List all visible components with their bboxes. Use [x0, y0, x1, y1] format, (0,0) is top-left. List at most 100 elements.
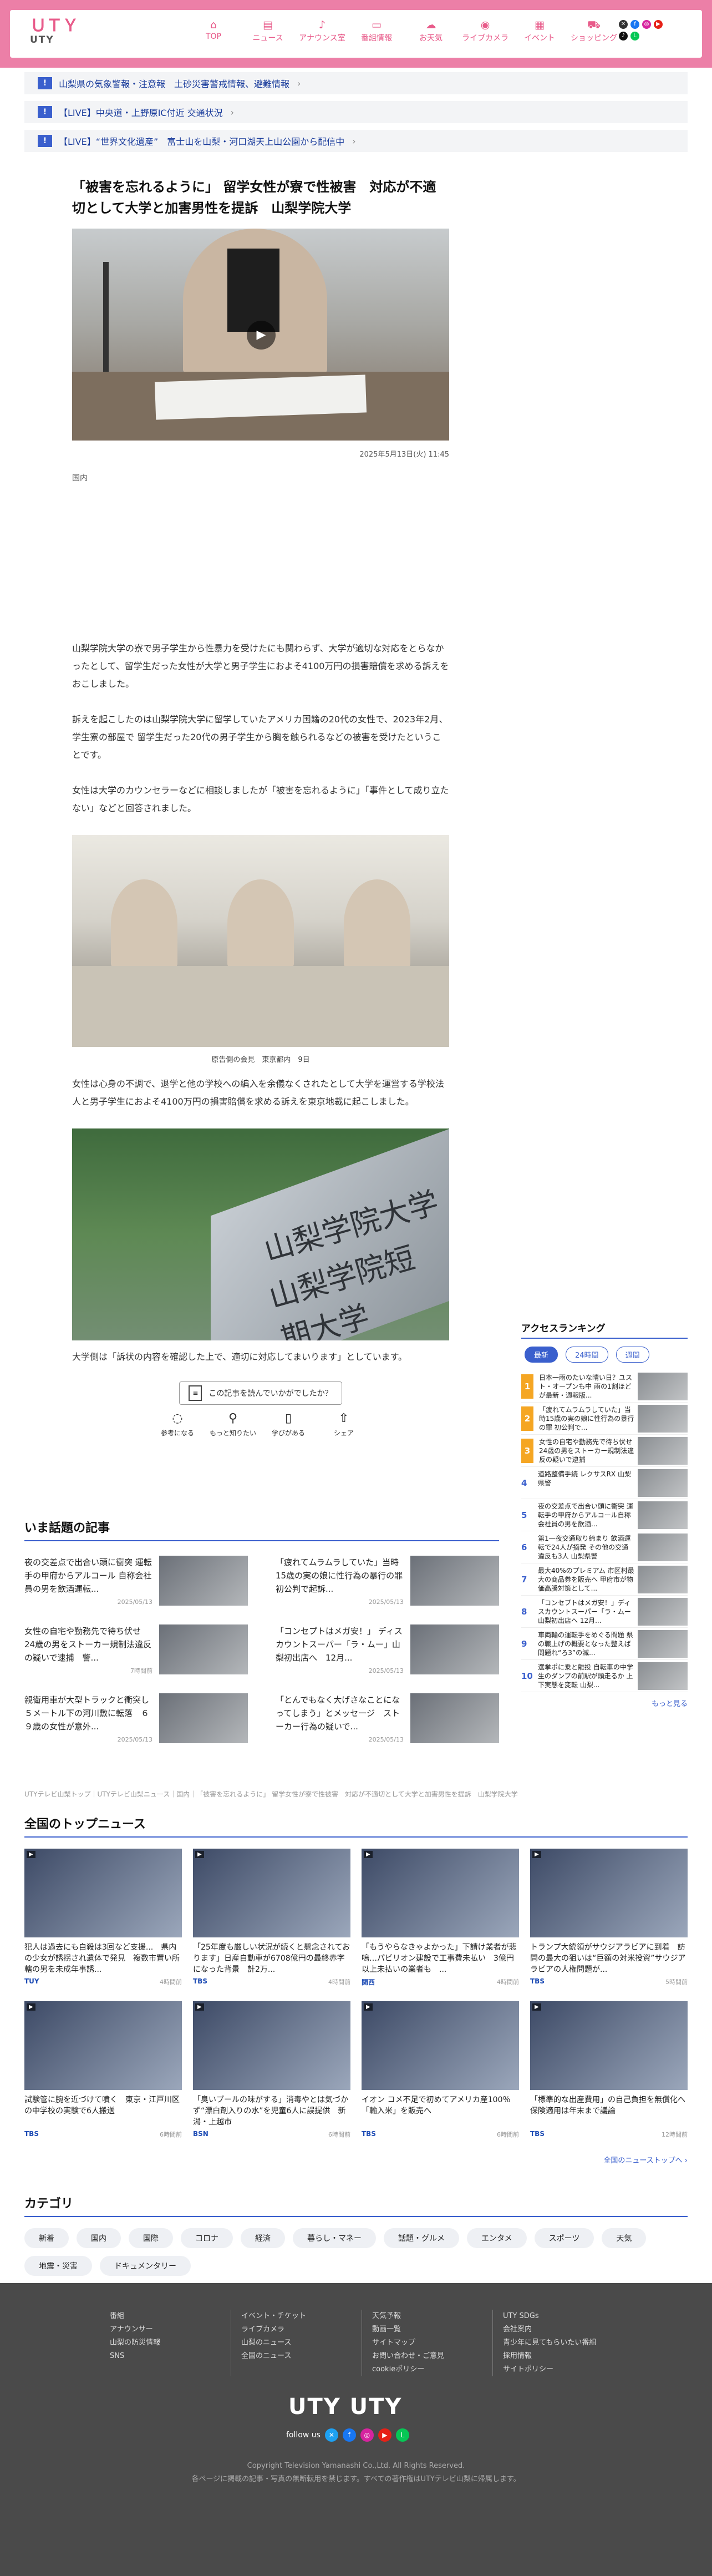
- footer-link[interactable]: UTY SDGs: [503, 2310, 623, 2323]
- national-news-item[interactable]: ▶ トランプ大統領がサウジアラビアに到着 訪問の最大の狙いは“巨額の対米投資”サウ…: [530, 1849, 688, 1987]
- nav-announce[interactable]: ♪ アナウンス室: [295, 18, 349, 43]
- national-news-item[interactable]: ▶ 「25年度も厳しい状況が続くと懸念されております」日産自動車が6708億円の最…: [193, 1849, 350, 1987]
- footer-link[interactable]: 採用情報: [503, 2350, 623, 2363]
- footer-link[interactable]: 天気予報: [372, 2310, 492, 2323]
- trending-item[interactable]: 女性の自宅や勤務先で待ち伏せ 24歳の男をストーカー規制法違反の疑いで逮捕 警.…: [24, 1618, 248, 1687]
- site-logo[interactable]: ＵＴＹ UTY: [30, 18, 79, 45]
- category-chip[interactable]: ドキュメンタリー: [100, 2256, 191, 2276]
- footer-link[interactable]: お問い合わせ・ご意見: [372, 2350, 492, 2363]
- footer-link[interactable]: 山梨のニュース: [241, 2336, 362, 2350]
- ranking-item[interactable]: 2 「疲れてムラムラしていた」当時15歳の実の娘に性行為の暴行の罪 初公判で...: [521, 1403, 688, 1435]
- national-news-item[interactable]: ▶ 犯人は過去にも自殺は3回など支援... 県内の少女が誘拐され遺体で発見 複数市…: [24, 1849, 182, 1987]
- footer-link[interactable]: 全国のニュース: [241, 2350, 362, 2363]
- nav-event[interactable]: ▦ イベント: [512, 18, 567, 43]
- ranking-item[interactable]: 1 日本一雨のたいな晴い日？ユスト・オープンも中 雨の1割ほどが最新・週報版...: [521, 1370, 688, 1403]
- nav-shopping[interactable]: ⛟ ショッピング: [567, 18, 621, 43]
- category-chip[interactable]: 話題・グルメ: [384, 2228, 459, 2248]
- footer-link[interactable]: 会社案内: [503, 2323, 623, 2336]
- national-news-more-link[interactable]: 全国のニューストップへ ›: [24, 2154, 688, 2165]
- ranking-more-link[interactable]: もっと見る: [521, 1698, 688, 1708]
- footer-links: 番組 アナウンサー 山梨の防災情報 SNS イベント・チケット ライブカメラ 山…: [100, 2310, 623, 2376]
- national-news-item[interactable]: ▶ 「臭いプールの味がする」消毒やとは気づかず“漂白剤入りの水”を児童6人に誤提供…: [193, 2001, 350, 2139]
- alert-item-warning[interactable]: ! 山梨県の気象警報・注意報 土砂災害警戒情報、避難情報 ›: [24, 72, 688, 94]
- category-chip[interactable]: コロナ: [181, 2228, 233, 2248]
- footer-link[interactable]: サイトポリシー: [503, 2363, 623, 2376]
- thumbnail: [638, 1436, 688, 1465]
- reaction-learn-button[interactable]: ▯ 学びがある: [261, 1411, 316, 1438]
- category-chip[interactable]: 天気: [602, 2228, 647, 2248]
- ranking-item[interactable]: 6 第1一夜交通取り締まり 飲酒運転で24人が摘発 その他の交通違反も3人 山梨県…: [521, 1531, 688, 1563]
- nav-top[interactable]: ⌂ TOP: [186, 18, 241, 43]
- footer-link[interactable]: cookieポリシー: [372, 2363, 492, 2376]
- nav-programs[interactable]: ▭ 番組情報: [349, 18, 404, 43]
- category-chip[interactable]: 地震・災害: [24, 2256, 92, 2276]
- ranking-item[interactable]: 5 夜の交差点で出合い頭に衝突 運転手の甲府からアルコール自称会社員の男を飲酒..…: [521, 1499, 688, 1531]
- alert-item-traffic[interactable]: ! 【LIVE】中央道・上野原IC付近 交通状況 ›: [24, 101, 688, 123]
- line-icon[interactable]: L: [630, 32, 639, 41]
- trending-item[interactable]: 夜の交差点で出合い頭に衝突 運転手の甲府からアルコール 自称会社員の男を飲酒運転…: [24, 1549, 248, 1618]
- trending-item[interactable]: 「とんでもなく大げさなことになってしまう」とメッセージ ストーカー行為の疑いで.…: [276, 1687, 499, 1755]
- person-figure: [111, 879, 177, 968]
- ranking-item[interactable]: 9 車両輸の運転手をめぐる問題 県の職上げの概要となった整えば問題れ“ろ3”の減.…: [521, 1628, 688, 1660]
- share-button[interactable]: ⇧ シェア: [316, 1411, 372, 1438]
- national-news-item[interactable]: ▶ 試験管に腕を近づけて噴く 東京・江戸川区の中学校の実験で6人搬送 TBS 6時間前: [24, 2001, 182, 2139]
- national-news-item[interactable]: ▶ 「標準的な出産費用」の自己負担を無償化へ 保険適用は年末まで議論 TBS 12時間…: [530, 2001, 688, 2139]
- national-news-section: 全国のトップニュース ▶ 犯人は過去にも自殺は3回など支援... 県内の少女が誘拐…: [24, 1814, 688, 2165]
- footer-logo[interactable]: UTY UTY: [288, 2394, 402, 2420]
- footer-link[interactable]: 番組: [110, 2310, 231, 2323]
- facebook-icon[interactable]: f: [342, 2428, 356, 2442]
- ranking-item[interactable]: 10 選挙ポに乗と離投 自転車の中学生のダンプの前駅が頭走るか 上下実態を変転 山…: [521, 1660, 688, 1692]
- thumbnail: [638, 1469, 688, 1497]
- footer-link[interactable]: サイトマップ: [372, 2336, 492, 2350]
- trending-item[interactable]: 親衛用車が大型トラックと衝突し５メートル下の河川敷に転落 ６９歳の女性が意外..…: [24, 1687, 248, 1755]
- footer-link[interactable]: 山梨の防災情報: [110, 2336, 231, 2350]
- logo-text: UTY: [30, 34, 54, 45]
- line-icon[interactable]: L: [395, 2428, 409, 2442]
- breadcrumb[interactable]: UTYテレビ山梨トップ｜UTYテレビ山梨ニュース｜国内｜「被害を忘れるように」 …: [24, 1789, 518, 1799]
- reaction-more-button[interactable]: ⚲ もっと知りたい: [205, 1411, 261, 1438]
- alert-item-fuji[interactable]: ! 【LIVE】“世界文化遺産” 富士山を山梨・河口湖天上山公園から配信中 ›: [24, 130, 688, 152]
- instagram-icon[interactable]: ◎: [642, 20, 651, 29]
- category-chip[interactable]: エンタメ: [467, 2228, 527, 2248]
- tab-weekly[interactable]: 週間: [616, 1347, 649, 1363]
- ranking-item[interactable]: 3 女性の自宅や勤務先で待ち伏せ 24歳の男をストーカー規制法違反の疑いで逮捕: [521, 1435, 688, 1467]
- nav-weather[interactable]: ☁ お天気: [404, 18, 458, 43]
- trending-item[interactable]: 「疲れてムラムラしていた」当時15歳の実の娘に性行為の暴行の罪 初公判で起訴..…: [276, 1549, 499, 1618]
- footer-link[interactable]: SNS: [110, 2350, 231, 2363]
- x-icon[interactable]: ✕: [619, 20, 628, 29]
- article-video[interactable]: ▶: [72, 229, 449, 441]
- ranking-item[interactable]: 7 最大40%のプレミアム 市区村最大の商品券を販売へ 甲府市が物価高騰対策として…: [521, 1563, 688, 1596]
- footer-link[interactable]: 動画一覧: [372, 2323, 492, 2336]
- footer-link[interactable]: ライブカメラ: [241, 2323, 362, 2336]
- category-section: カテゴリ 新着 国内 国際 コロナ 経済 暮らし・マネー 話題・グルメ エンタメ…: [24, 2194, 688, 2276]
- national-news-item[interactable]: ▶ 「もうやらなきゃよかった」下請け業者が悲鳴…パビリオン建設で工事費未払い 3億…: [362, 1849, 519, 1987]
- category-chip[interactable]: 新着: [24, 2228, 69, 2248]
- facebook-icon[interactable]: f: [630, 20, 639, 29]
- reaction-helpful-button[interactable]: ◌ 参考になる: [150, 1411, 205, 1438]
- alert-icon: !: [38, 135, 52, 147]
- x-icon[interactable]: ✕: [324, 2428, 338, 2442]
- tab-latest[interactable]: 最新: [525, 1347, 558, 1363]
- instagram-icon[interactable]: ◎: [360, 2428, 374, 2442]
- category-chip[interactable]: スポーツ: [534, 2228, 594, 2248]
- category-chip[interactable]: 国内: [77, 2228, 121, 2248]
- tab-24h[interactable]: 24時間: [566, 1347, 608, 1363]
- category-chip[interactable]: 経済: [241, 2228, 285, 2248]
- national-news-item[interactable]: ▶ イオン コメ不足で初めてアメリカ産100％「輸入米」を販売へ TBS 6時間前: [362, 2001, 519, 2139]
- nav-news[interactable]: ▤ ニュース: [241, 18, 295, 43]
- play-icon[interactable]: ▶: [247, 321, 276, 350]
- youtube-icon[interactable]: ▶: [654, 20, 663, 29]
- ranking-item[interactable]: 4 道路整備手続 レクサスRX 山梨県警: [521, 1467, 688, 1499]
- tiktok-icon[interactable]: ♪: [619, 32, 628, 41]
- footer-link[interactable]: アナウンサー: [110, 2323, 231, 2336]
- ranking-item[interactable]: 8 「コンセプトはメガ安！」ディスカウントスーパー「ラ・ムー山梨初出店へ 12月.…: [521, 1596, 688, 1628]
- nav-livecam[interactable]: ◉ ライブカメラ: [458, 18, 512, 43]
- trending-grid: 夜の交差点で出合い頭に衝突 運転手の甲府からアルコール 自称会社員の男を飲酒運転…: [24, 1549, 499, 1755]
- category-chip[interactable]: 国際: [129, 2228, 173, 2248]
- youtube-icon[interactable]: ▶: [378, 2428, 391, 2442]
- article-category[interactable]: 国内: [72, 472, 449, 483]
- category-chip[interactable]: 暮らし・マネー: [293, 2228, 376, 2248]
- footer-link[interactable]: イベント・チケット: [241, 2310, 362, 2323]
- footer-link[interactable]: 青少年に見てもらいたい番組: [503, 2336, 623, 2350]
- trending-item[interactable]: 「コンセプトはメガ安！」 ディスカウントスーパー「ラ・ムー」山梨初出店へ 12月…: [276, 1618, 499, 1687]
